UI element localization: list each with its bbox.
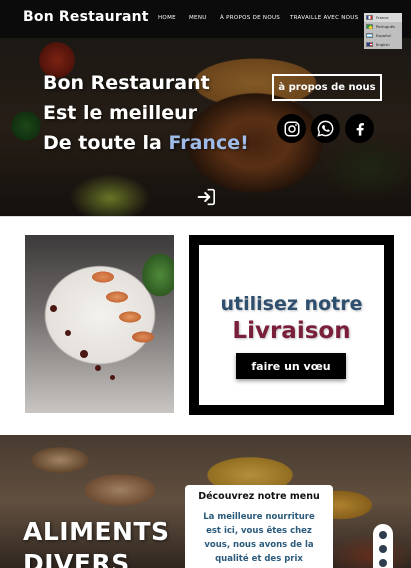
menu-section: ALIMENTS DIVERS Découvrez notre menu La … bbox=[0, 435, 411, 568]
language-selected[interactable]: France bbox=[364, 13, 402, 22]
slider-dots bbox=[373, 524, 393, 568]
menu-card[interactable]: Découvrez notre menu La meilleure nourri… bbox=[185, 485, 333, 568]
menu-card-title: Découvrez notre menu bbox=[198, 491, 320, 502]
whatsapp-icon[interactable] bbox=[311, 114, 340, 143]
language-option-spanish[interactable]: Español bbox=[364, 31, 402, 40]
instagram-icon[interactable] bbox=[277, 114, 306, 143]
argentina-flag-icon bbox=[366, 33, 373, 38]
hero-banner: Bon Restaurant Est le meilleur De toute … bbox=[0, 38, 411, 216]
delivery-title: Livraison bbox=[232, 318, 351, 344]
france-flag-icon bbox=[366, 15, 373, 20]
facebook-icon[interactable] bbox=[345, 114, 374, 143]
nav-work-with-us[interactable]: TRAVAILLE AVEC NOUS bbox=[290, 15, 358, 21]
sauce-drop bbox=[65, 330, 71, 336]
slider-dot[interactable] bbox=[379, 545, 387, 553]
brand-logo[interactable]: Bon Restaurant bbox=[23, 9, 149, 25]
slider-dot[interactable] bbox=[379, 559, 387, 567]
sauce-drop bbox=[110, 375, 115, 380]
delivery-section: utilisez notre Livraison faire un vœu bbox=[0, 216, 411, 435]
hero-title-accent: France! bbox=[168, 132, 249, 154]
language-label: France bbox=[376, 15, 389, 20]
language-option-english[interactable]: English bbox=[364, 40, 402, 49]
nav-home[interactable]: HOME bbox=[158, 15, 176, 21]
usa-flag-icon bbox=[366, 42, 373, 47]
shrimp-dish-image bbox=[25, 235, 174, 413]
language-option-portuguese[interactable]: Português bbox=[364, 22, 402, 31]
hero-title-prefix: De toute la bbox=[43, 132, 169, 154]
menu-card-description: La meilleure nourriture est ici, vous êt… bbox=[185, 510, 333, 566]
menu-card-line: vous, nous avons de la bbox=[204, 540, 314, 550]
delivery-heading: utilisez notre bbox=[220, 293, 363, 315]
slider-dot[interactable] bbox=[379, 531, 387, 539]
about-us-button[interactable]: à propos de nous bbox=[272, 74, 382, 101]
sauce-drop bbox=[80, 350, 88, 358]
language-selector[interactable]: France Português Español English bbox=[364, 13, 402, 49]
menu-card-line: La meilleure nourriture bbox=[203, 512, 315, 522]
make-wish-button[interactable]: faire un vœu bbox=[236, 353, 346, 379]
language-option-label: Español bbox=[376, 33, 391, 38]
nav-about[interactable]: À PROPOS DE NOUS bbox=[220, 15, 280, 21]
sign-in-icon[interactable] bbox=[196, 188, 216, 206]
sauce-drop bbox=[50, 305, 57, 312]
hero-title-line2: Est le meilleur bbox=[43, 102, 198, 124]
menu-headline-line1: ALIMENTS bbox=[23, 517, 170, 546]
delivery-card: utilisez notre Livraison faire un vœu bbox=[189, 235, 394, 415]
top-navbar: Bon Restaurant HOME MENU À PROPOS DE NOU… bbox=[0, 0, 411, 38]
menu-card-line: qualité et des prix bbox=[215, 554, 303, 564]
language-option-label: English bbox=[376, 42, 390, 47]
brazil-flag-icon bbox=[366, 24, 373, 29]
sauce-drop bbox=[95, 365, 101, 371]
nav-menu[interactable]: MENU bbox=[189, 15, 207, 21]
language-option-label: Português bbox=[376, 24, 396, 29]
menu-headline-line2: DIVERS bbox=[23, 549, 130, 568]
hero-title-line1: Bon Restaurant bbox=[43, 72, 210, 94]
hero-title-line3: De toute la France! bbox=[43, 132, 249, 154]
menu-card-line: est ici, vous êtes chez bbox=[206, 526, 312, 536]
